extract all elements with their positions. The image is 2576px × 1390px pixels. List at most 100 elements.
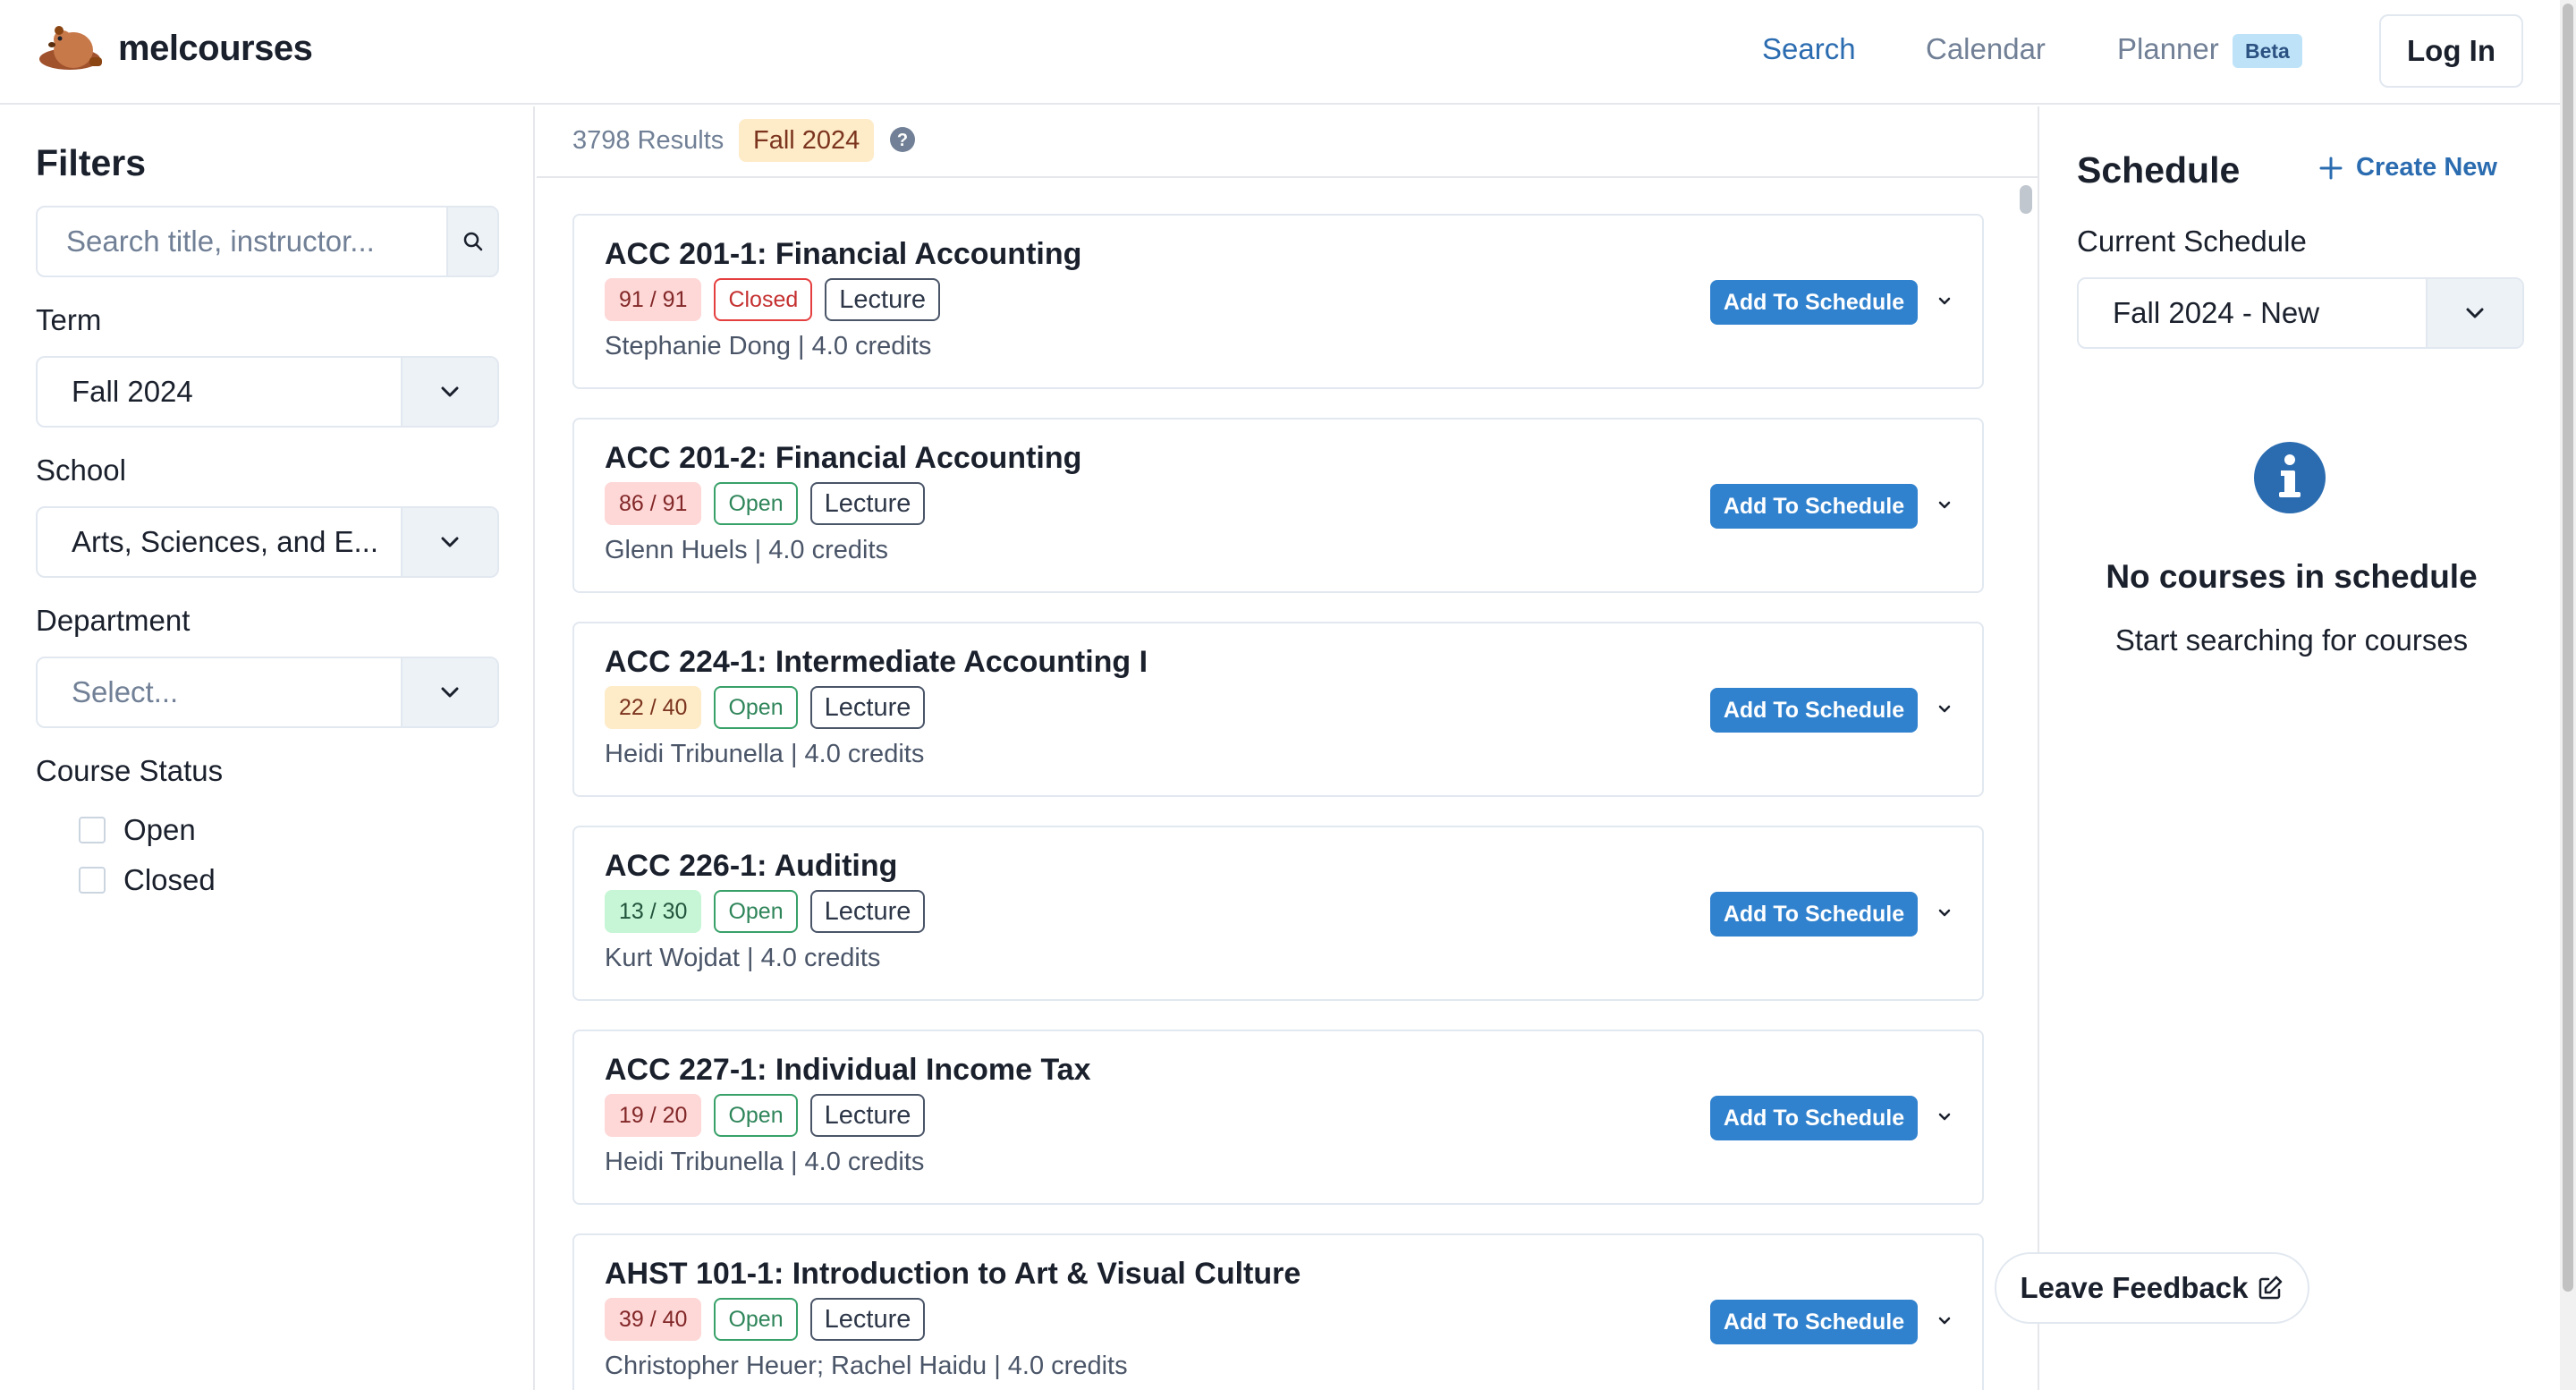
term-badge: Fall 2024 xyxy=(739,119,875,162)
top-header: melcourses Search Calendar Planner Beta … xyxy=(0,0,2560,105)
current-schedule-label: Current Schedule xyxy=(2077,225,2307,258)
search-button[interactable] xyxy=(446,208,497,275)
chevron-down-icon[interactable] xyxy=(1932,901,1957,926)
page-scrollbar-thumb[interactable] xyxy=(2563,4,2573,1292)
course-instructor-credits: Christopher Heuer; Rachel Haidu | 4.0 cr… xyxy=(605,1352,1128,1380)
nav-search[interactable]: Search xyxy=(1762,32,1856,66)
nav-planner[interactable]: Planner xyxy=(2117,32,2219,66)
status-closed-label: Closed xyxy=(123,863,216,896)
term-label: Term xyxy=(36,303,102,336)
seats-badge: 91 / 91 xyxy=(605,278,702,321)
seats-badge: 86 / 91 xyxy=(605,482,702,525)
empty-schedule-subtitle: Start searching for courses xyxy=(2114,623,2469,657)
search-input[interactable] xyxy=(38,208,446,275)
status-open-checkbox[interactable] xyxy=(79,817,106,843)
list-scrollbar[interactable] xyxy=(2020,185,2032,214)
department-select-value: Select... xyxy=(72,675,179,708)
course-card[interactable]: ACC 201-1: Financial Accounting 91 / 91 … xyxy=(572,214,1984,389)
status-badge: Closed xyxy=(714,278,813,321)
login-button[interactable]: Log In xyxy=(2379,14,2523,88)
page-scrollbar[interactable] xyxy=(2560,0,2576,1390)
course-card[interactable]: ACC 224-1: Intermediate Accounting I 22 … xyxy=(572,622,1984,797)
status-badge: Open xyxy=(714,1094,798,1137)
brand-name: melcourses xyxy=(118,28,313,68)
school-select-value: Arts, Sciences, and E... xyxy=(72,525,378,558)
course-list[interactable]: ACC 201-1: Financial Accounting 91 / 91 … xyxy=(537,180,2038,1390)
term-select-toggle[interactable] xyxy=(401,358,497,426)
create-new-label: Create New xyxy=(2356,153,2497,182)
results-count: 3798 Results xyxy=(572,126,724,155)
create-new-button[interactable]: Create New xyxy=(2318,153,2497,182)
course-card[interactable]: AHST 101-1: Introduction to Art & Visual… xyxy=(572,1233,1984,1390)
course-title: ACC 201-2: Financial Accounting xyxy=(605,441,1082,475)
empty-schedule-title: No courses in schedule xyxy=(2106,558,2478,595)
svg-text:?: ? xyxy=(897,131,908,150)
chevron-down-icon[interactable] xyxy=(1932,1105,1957,1130)
chevron-down-icon[interactable] xyxy=(1932,697,1957,722)
course-instructor-credits: Stephanie Dong | 4.0 credits xyxy=(605,332,932,360)
leave-feedback-label: Leave Feedback xyxy=(2020,1271,2249,1304)
schedule-panel: Schedule Create New Current Schedule Fal… xyxy=(2038,106,2560,1390)
type-badge: Lecture xyxy=(809,1094,926,1137)
chevron-down-icon[interactable] xyxy=(1932,493,1957,518)
status-badge: Open xyxy=(714,482,798,525)
course-title: ACC 201-1: Financial Accounting xyxy=(605,237,1082,271)
chevron-down-icon[interactable] xyxy=(1932,289,1957,314)
course-card[interactable]: ACC 226-1: Auditing 13 / 30 Open Lecture… xyxy=(572,826,1984,1001)
add-to-schedule-button[interactable]: Add To Schedule xyxy=(1710,1300,1918,1344)
status-badge: Open xyxy=(714,890,798,933)
seats-badge: 22 / 40 xyxy=(605,686,702,729)
status-closed-option[interactable]: Closed xyxy=(79,863,216,897)
school-label: School xyxy=(36,453,126,487)
course-instructor-credits: Kurt Wojdat | 4.0 credits xyxy=(605,944,881,972)
add-to-schedule-button[interactable]: Add To Schedule xyxy=(1710,484,1918,529)
help-icon[interactable]: ? xyxy=(889,126,916,153)
status-open-option[interactable]: Open xyxy=(79,813,196,847)
department-label: Department xyxy=(36,604,191,637)
department-select[interactable]: Select... xyxy=(36,657,499,728)
beta-badge: Beta xyxy=(2233,34,2302,68)
department-select-toggle[interactable] xyxy=(401,658,497,726)
course-instructor-credits: Heidi Tribunella | 4.0 credits xyxy=(605,740,925,768)
term-select-value: Fall 2024 xyxy=(72,375,193,408)
seats-badge: 39 / 40 xyxy=(605,1298,702,1341)
chevron-down-icon xyxy=(441,687,459,698)
chevron-down-icon xyxy=(2466,308,2484,318)
course-instructor-credits: Glenn Huels | 4.0 credits xyxy=(605,536,889,564)
chevron-down-icon[interactable] xyxy=(1932,1309,1957,1334)
edit-icon xyxy=(2259,1276,2283,1300)
course-title: AHST 101-1: Introduction to Art & Visual… xyxy=(605,1257,1301,1291)
brand-logo-link[interactable]: melcourses xyxy=(36,21,313,75)
add-to-schedule-button[interactable]: Add To Schedule xyxy=(1710,688,1918,733)
status-badge: Open xyxy=(714,686,798,729)
results-bar: 3798 Results Fall 2024 ? xyxy=(537,106,2038,178)
schedule-title: Schedule xyxy=(2077,149,2241,191)
search-box xyxy=(36,206,499,277)
course-title: ACC 226-1: Auditing xyxy=(605,849,898,883)
school-select-toggle[interactable] xyxy=(401,508,497,576)
info-icon xyxy=(2254,442,2326,513)
type-badge: Lecture xyxy=(809,482,926,525)
term-select[interactable]: Fall 2024 xyxy=(36,356,499,428)
school-select[interactable]: Arts, Sciences, and E... xyxy=(36,506,499,578)
course-title: ACC 224-1: Intermediate Accounting I xyxy=(605,645,1148,679)
current-schedule-select[interactable]: Fall 2024 - New xyxy=(2077,277,2524,349)
course-card[interactable]: ACC 201-2: Financial Accounting 86 / 91 … xyxy=(572,418,1984,593)
add-to-schedule-button[interactable]: Add To Schedule xyxy=(1710,280,1918,325)
current-schedule-toggle[interactable] xyxy=(2426,279,2522,347)
current-schedule-value: Fall 2024 - New xyxy=(2113,296,2320,329)
add-to-schedule-button[interactable]: Add To Schedule xyxy=(1710,892,1918,937)
nav-calendar[interactable]: Calendar xyxy=(1926,32,2046,66)
course-status-label: Course Status xyxy=(36,754,224,787)
seats-badge: 19 / 20 xyxy=(605,1094,702,1137)
filters-title: Filters xyxy=(36,142,147,183)
seats-badge: 13 / 30 xyxy=(605,890,702,933)
status-badge: Open xyxy=(714,1298,798,1341)
chevron-down-icon xyxy=(441,386,459,397)
leave-feedback-button[interactable]: Leave Feedback xyxy=(1995,1252,2309,1324)
status-closed-checkbox[interactable] xyxy=(79,867,106,894)
course-card[interactable]: ACC 227-1: Individual Income Tax 19 / 20… xyxy=(572,1030,1984,1205)
type-badge: Lecture xyxy=(809,890,926,933)
chevron-down-icon xyxy=(441,537,459,547)
add-to-schedule-button[interactable]: Add To Schedule xyxy=(1710,1096,1918,1140)
